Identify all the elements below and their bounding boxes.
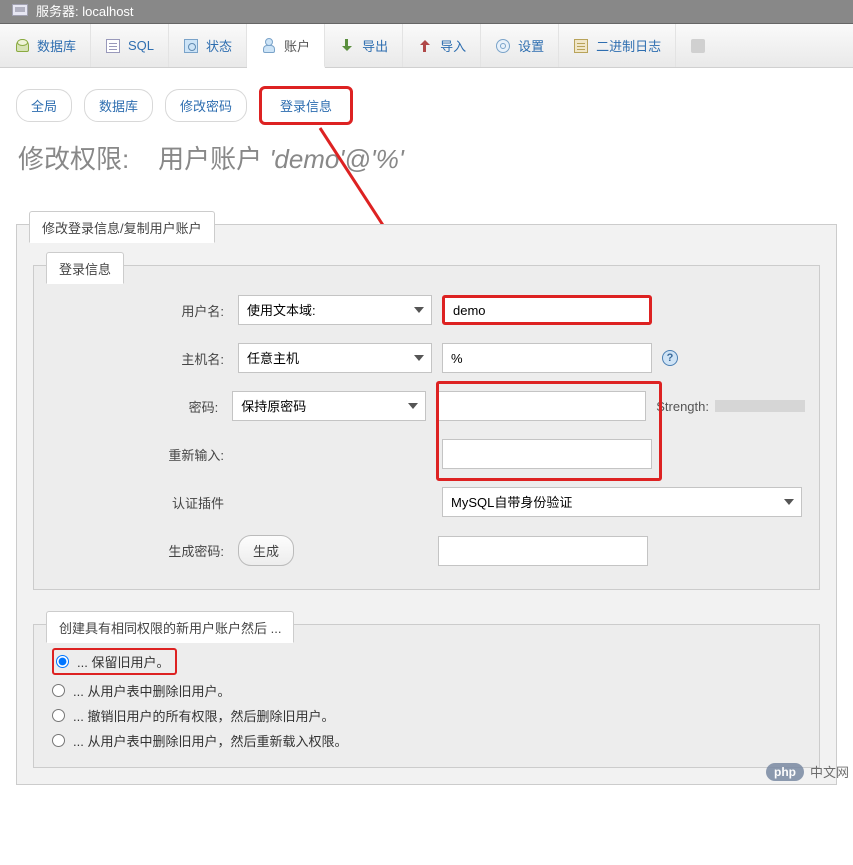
panel-edit-login: 修改登录信息/复制用户账户 登录信息 用户名: 使用文本域: 主机名: 任意主 bbox=[16, 224, 837, 785]
page-title: 修改权限: 用户账户 'demo'@'%' bbox=[0, 133, 853, 194]
help-icon[interactable]: ? bbox=[662, 350, 678, 366]
tab-label: 导出 bbox=[362, 36, 388, 55]
radio-label: ... 从用户表中删除旧用户，然后重新载入权限。 bbox=[73, 731, 347, 750]
radio-label: ... 撤销旧用户的所有权限，然后删除旧用户。 bbox=[73, 706, 334, 725]
pill-global[interactable]: 全局 bbox=[16, 89, 72, 122]
heading-middle: 用户账户 bbox=[158, 144, 262, 174]
settings-icon bbox=[495, 38, 511, 54]
input-retype[interactable] bbox=[442, 439, 652, 469]
status-icon bbox=[183, 38, 199, 54]
heading-account: 'demo'@'%' bbox=[269, 144, 403, 174]
select-password-mode[interactable]: 保持原密码 bbox=[232, 391, 426, 421]
label-retype: 重新输入: bbox=[48, 445, 238, 464]
password-strength: Strength: bbox=[656, 399, 805, 414]
radio-option-keep[interactable]: ... 保留旧用户。 bbox=[48, 645, 805, 678]
pill-change-password[interactable]: 修改密码 bbox=[165, 89, 247, 122]
panel-login-info: 登录信息 用户名: 使用文本域: 主机名: 任意主机 bbox=[33, 265, 820, 590]
panel-edit-login-legend: 修改登录信息/复制用户账户 bbox=[29, 211, 215, 243]
more-icon bbox=[690, 38, 706, 54]
tab-binlog[interactable]: 二进制日志 bbox=[559, 24, 676, 67]
pill-login-info[interactable]: 登录信息 bbox=[259, 86, 353, 125]
tab-database[interactable]: 数据库 bbox=[0, 24, 91, 67]
tab-label: 状态 bbox=[206, 36, 232, 55]
input-username[interactable] bbox=[442, 295, 652, 325]
sql-icon bbox=[105, 38, 121, 54]
titlebar: 服务器: localhost bbox=[0, 0, 853, 24]
server-icon bbox=[12, 4, 28, 16]
radio-reload[interactable] bbox=[52, 734, 65, 747]
row-auth-plugin: 认证插件 MySQL自带身份验证 bbox=[48, 478, 805, 526]
tab-label: 账户 bbox=[284, 36, 310, 55]
row-password: 密码: 保持原密码 Strength: bbox=[48, 382, 805, 430]
user-icon bbox=[261, 37, 277, 53]
tab-import[interactable]: 导入 bbox=[403, 24, 481, 67]
heading-prefix: 修改权限: bbox=[18, 144, 129, 174]
radio-option-reload[interactable]: ... 从用户表中删除旧用户，然后重新载入权限。 bbox=[48, 728, 805, 753]
tab-more[interactable] bbox=[676, 24, 720, 67]
tab-settings[interactable]: 设置 bbox=[481, 24, 559, 67]
watermark-text: 中文网 bbox=[810, 762, 849, 781]
database-icon bbox=[14, 38, 30, 54]
panel-login-info-legend: 登录信息 bbox=[46, 252, 124, 284]
tab-export[interactable]: 导出 bbox=[325, 24, 403, 67]
row-generate-password: 生成密码: 生成 bbox=[48, 526, 805, 575]
sub-nav: 全局 数据库 修改密码 登录信息 bbox=[0, 68, 853, 133]
watermark-logo: php bbox=[766, 763, 804, 781]
watermark: php 中文网 bbox=[766, 762, 849, 781]
radio-option-delete[interactable]: ... 从用户表中删除旧用户。 bbox=[48, 678, 805, 703]
radio-label: ... 从用户表中删除旧用户。 bbox=[73, 681, 230, 700]
radio-keep[interactable] bbox=[56, 655, 69, 668]
export-icon bbox=[339, 38, 355, 54]
radio-delete[interactable] bbox=[52, 684, 65, 697]
radio-label: ... 保留旧用户。 bbox=[77, 652, 169, 671]
row-retype: 重新输入: bbox=[48, 430, 805, 478]
input-generated-password[interactable] bbox=[438, 536, 648, 566]
tab-status[interactable]: 状态 bbox=[169, 24, 247, 67]
select-auth-plugin[interactable]: MySQL自带身份验证 bbox=[442, 487, 802, 517]
radio-revoke[interactable] bbox=[52, 709, 65, 722]
label-host: 主机名: bbox=[48, 349, 238, 368]
select-host-mode[interactable]: 任意主机 bbox=[238, 343, 432, 373]
pill-database[interactable]: 数据库 bbox=[84, 89, 153, 122]
top-tabs: 数据库 SQL 状态 账户 导出 导入 设置 二进制日志 bbox=[0, 24, 853, 68]
row-host: 主机名: 任意主机 ? bbox=[48, 334, 805, 382]
label-password: 密码: bbox=[48, 397, 232, 416]
titlebar-label: 服务器: localhost bbox=[36, 4, 134, 19]
tab-label: 数据库 bbox=[37, 36, 76, 55]
panel-copy-user-legend: 创建具有相同权限的新用户账户然后 ... bbox=[46, 611, 294, 643]
row-username: 用户名: 使用文本域: bbox=[48, 286, 805, 334]
tab-account[interactable]: 账户 bbox=[247, 24, 325, 68]
strength-label: Strength: bbox=[656, 399, 709, 414]
select-username-mode[interactable]: 使用文本域: bbox=[238, 295, 432, 325]
radio-option-revoke[interactable]: ... 撤销旧用户的所有权限，然后删除旧用户。 bbox=[48, 703, 805, 728]
panel-copy-user: 创建具有相同权限的新用户账户然后 ... ... 保留旧用户。 ... 从用户表… bbox=[33, 624, 820, 768]
tab-sql[interactable]: SQL bbox=[91, 24, 169, 67]
tab-label: 导入 bbox=[440, 36, 466, 55]
label-auth-plugin: 认证插件 bbox=[48, 493, 238, 512]
binlog-icon bbox=[573, 38, 589, 54]
input-host[interactable] bbox=[442, 343, 652, 373]
tab-label: 二进制日志 bbox=[596, 36, 661, 55]
label-generate-password: 生成密码: bbox=[48, 541, 238, 560]
label-username: 用户名: bbox=[48, 301, 238, 320]
import-icon bbox=[417, 38, 433, 54]
strength-bar bbox=[715, 400, 805, 412]
tab-label: 设置 bbox=[518, 36, 544, 55]
button-generate[interactable]: 生成 bbox=[238, 535, 294, 566]
input-password[interactable] bbox=[436, 391, 646, 421]
tab-label: SQL bbox=[128, 38, 154, 53]
